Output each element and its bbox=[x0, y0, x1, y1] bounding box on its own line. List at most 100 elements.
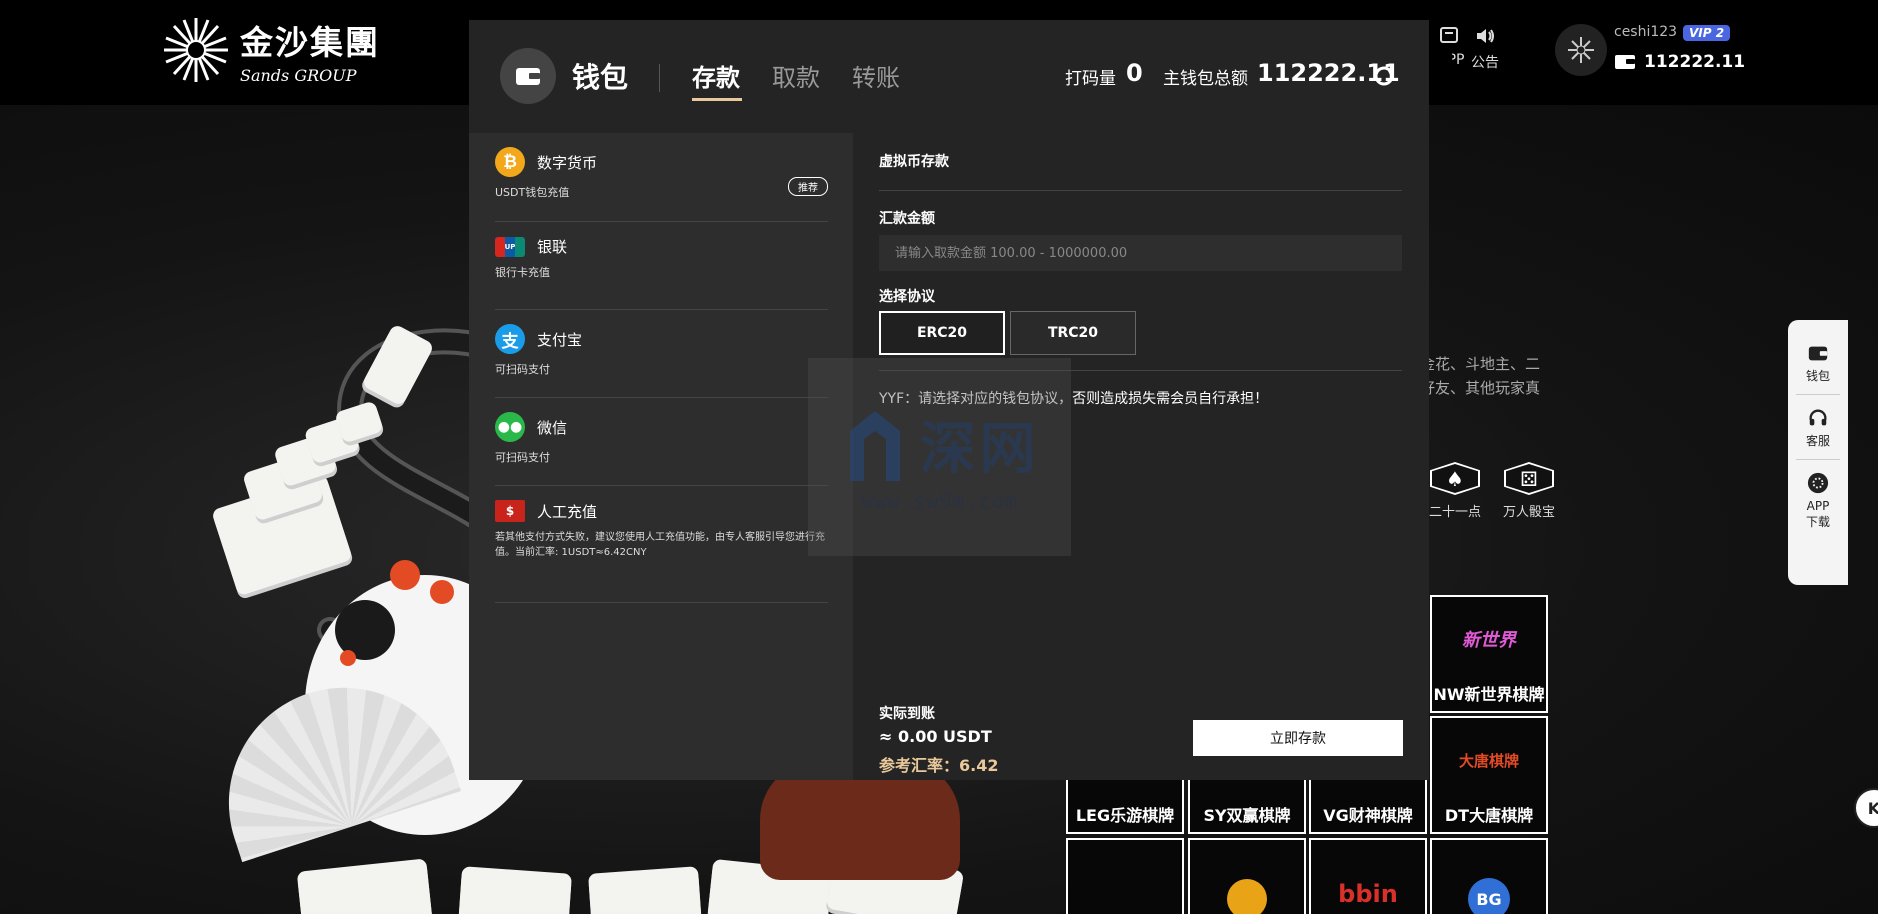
sidebar-item-app-download[interactable]: APP下载 bbox=[1796, 472, 1840, 540]
pompom-decor bbox=[390, 560, 420, 590]
right-sidebar: 钱包 客服 APP下载 bbox=[1788, 320, 1848, 585]
sidebar-label: APP下载 bbox=[1805, 499, 1830, 529]
speaker-icon bbox=[1477, 29, 1494, 43]
method-alipay[interactable]: 支 支付宝 可扫码支付 bbox=[495, 324, 828, 398]
game-description: 金花、斗地主、二 好友、其他玩家真 bbox=[1420, 352, 1540, 400]
vip-badge: VIP 2 bbox=[1683, 25, 1731, 41]
tab-withdraw[interactable]: 取款 bbox=[772, 58, 820, 93]
game-hex-blackjack[interactable]: ♠ 二十一点 bbox=[1429, 462, 1481, 520]
site-watermark: 深网 www.sw9m.com bbox=[808, 358, 1071, 556]
game-name: NW新世界棋牌 bbox=[1433, 685, 1545, 704]
active-tab-underline bbox=[692, 98, 742, 101]
method-manual[interactable]: $ 人工充值 若其他支付方式失败，建议您使用人工充值功能，由专人客服引导您进行充… bbox=[495, 500, 828, 603]
app-icon bbox=[1440, 27, 1459, 43]
user-balance: 112222.11 bbox=[1614, 52, 1745, 72]
brand-text: 金沙集團 Sands GROUP bbox=[240, 16, 380, 85]
amount-input[interactable] bbox=[879, 235, 1402, 271]
brand-name-en: Sands GROUP bbox=[240, 65, 357, 85]
hex-label: 万人骰宝 bbox=[1503, 505, 1556, 520]
game-tile[interactable]: bbin bbox=[1309, 838, 1427, 914]
protocol-label: 选择协议 bbox=[879, 289, 935, 305]
watermark-logo-icon bbox=[849, 411, 900, 481]
method-row: 支 支付宝 bbox=[495, 324, 828, 354]
divider bbox=[879, 190, 1402, 191]
user-name: ceshi123 bbox=[1614, 24, 1678, 40]
bg-logo-text: BG bbox=[1468, 878, 1510, 914]
alipay-icon: 支 bbox=[495, 324, 525, 354]
game-tile[interactable] bbox=[1188, 838, 1306, 914]
pompom-decor bbox=[340, 650, 356, 666]
wallet-icon bbox=[1615, 55, 1635, 69]
method-crypto[interactable]: ₿ 数字货币 USDT钱包充值 推荐 bbox=[495, 147, 828, 222]
game-name: VG财神棋牌 bbox=[1323, 806, 1413, 825]
form-section-title: 虚拟币存款 bbox=[879, 154, 949, 170]
hex-frame: ⚄ bbox=[1504, 462, 1554, 495]
game-logo: 新世界 bbox=[1462, 630, 1516, 651]
headset-icon bbox=[1809, 409, 1827, 426]
bet-amount-label: 打码量 bbox=[1065, 69, 1116, 89]
desc-line: 好友、其他玩家真 bbox=[1420, 379, 1541, 397]
method-desc: 可扫码支付 bbox=[495, 363, 550, 376]
method-desc: 若其他支付方式失败，建议您使用人工充值功能，由专人客服引导您进行充值。当前汇率:… bbox=[495, 532, 825, 558]
wallet-icon bbox=[1808, 346, 1828, 361]
game-logo: BG bbox=[1468, 840, 1510, 914]
wallet-icon bbox=[500, 48, 556, 104]
method-desc: USDT钱包充值 bbox=[495, 186, 570, 199]
card-icon: ♠ bbox=[1432, 464, 1478, 493]
brand-name-cn: 金沙集團 bbox=[240, 22, 380, 62]
gold-coin-icon bbox=[1227, 840, 1267, 914]
deposit-summary: 实际到账 ≈ 0.00 USDT 参考汇率：6.42 bbox=[879, 703, 998, 776]
tab-deposit[interactable]: 存款 bbox=[692, 58, 740, 93]
main-wallet-label: 主钱包总额 bbox=[1163, 69, 1248, 89]
sands-sunburst-icon bbox=[164, 18, 228, 82]
game-name: SY双赢棋牌 bbox=[1203, 806, 1291, 825]
method-row: ₿ 数字货币 bbox=[495, 147, 828, 177]
sidebar-item-support[interactable]: 客服 bbox=[1796, 407, 1840, 460]
modal-header: 钱包 存款 取款 转账 打码量 0 主钱包总额 112222.11 bbox=[469, 20, 1429, 133]
sidebar-item-wallet[interactable]: 钱包 bbox=[1796, 342, 1840, 395]
method-name: 支付宝 bbox=[537, 330, 583, 349]
game-tile[interactable]: 大唐棋牌 DT大唐棋牌 bbox=[1430, 716, 1548, 834]
method-row: $ 人工充值 bbox=[495, 500, 828, 522]
game-tile[interactable]: BG bbox=[1430, 838, 1548, 914]
nav-label: APP bbox=[1438, 52, 1465, 68]
method-name: 数字货币 bbox=[537, 153, 598, 172]
amount-label: 汇款金额 bbox=[879, 211, 935, 227]
sidebar-label: 钱包 bbox=[1805, 369, 1830, 383]
recommend-badge: 推荐 bbox=[788, 177, 828, 196]
pompom-decor bbox=[430, 580, 454, 604]
bet-amount-value: 0 bbox=[1126, 59, 1143, 87]
unionpay-icon: UP bbox=[495, 236, 525, 257]
modal-title: 钱包 bbox=[572, 61, 629, 94]
header-divider bbox=[659, 64, 660, 92]
method-name: 银联 bbox=[537, 238, 568, 256]
bitcoin-icon: ₿ bbox=[495, 147, 525, 177]
game-tile[interactable]: KX bbox=[1066, 838, 1184, 914]
method-name: 人工充值 bbox=[537, 502, 598, 521]
hex-frame: ♠ bbox=[1430, 462, 1480, 495]
payment-method-list: ₿ 数字货币 USDT钱包充值 推荐 UP 银联 银行卡充值 支 支付宝 可扫码… bbox=[469, 133, 853, 780]
game-tile[interactable]: 新世界 NW新世界棋牌 bbox=[1430, 595, 1548, 713]
game-hex-sicbo[interactable]: ⚄ 万人骰宝 bbox=[1503, 462, 1555, 520]
method-wechat[interactable]: ●● 微信 可扫码支付 bbox=[495, 412, 828, 486]
game-logo: 大唐棋牌 bbox=[1458, 751, 1519, 770]
protocol-erc20-button[interactable]: ERC20 bbox=[879, 311, 1005, 355]
game-name: DT大唐棋牌 bbox=[1444, 806, 1534, 825]
reference-rate: 参考汇率：6.42 bbox=[879, 756, 999, 775]
method-unionpay[interactable]: UP 银联 银行卡充值 bbox=[495, 236, 828, 310]
deposit-now-button[interactable]: 立即存款 bbox=[1193, 720, 1403, 756]
method-name: 微信 bbox=[537, 418, 568, 437]
sands-logo-icon bbox=[1807, 472, 1829, 494]
game-name: LEG乐游棋牌 bbox=[1075, 806, 1175, 825]
brand-logo[interactable]: 金沙集團 Sands GROUP bbox=[160, 12, 390, 88]
actual-amount-label: 实际到账 bbox=[879, 706, 935, 722]
nav-label: 公告 bbox=[1471, 55, 1499, 71]
refresh-icon[interactable] bbox=[1371, 63, 1397, 89]
tab-transfer[interactable]: 转账 bbox=[852, 58, 900, 93]
watermark-main: 深网 bbox=[840, 401, 1040, 487]
protocol-trc20-button[interactable]: TRC20 bbox=[1010, 311, 1136, 355]
sands-sunburst-icon bbox=[1568, 37, 1594, 63]
wechat-icon: ●● bbox=[495, 412, 525, 442]
nav-announce[interactable]: 公告 bbox=[1471, 24, 1499, 72]
avatar[interactable] bbox=[1555, 24, 1607, 76]
